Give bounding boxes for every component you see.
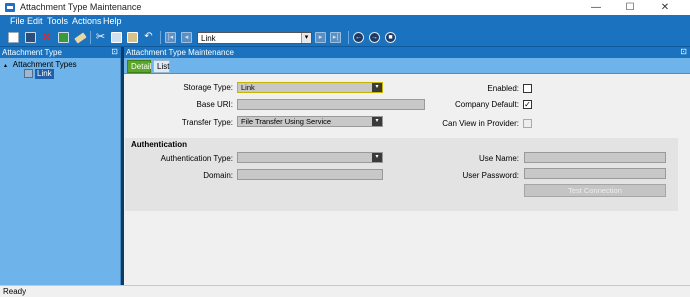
tree-panel: ▴ Attachment Types Link xyxy=(0,58,121,285)
collapse-icon[interactable]: ▴ xyxy=(4,62,11,69)
document-icon xyxy=(24,69,33,78)
cut-icon[interactable]: ✂ xyxy=(95,32,106,43)
tree-item-label: Link xyxy=(35,69,54,79)
next-record-icon[interactable]: ▸ xyxy=(315,32,326,43)
toolbar: ✕ ✂ ↶ |◂ ◂ Link ▾ ▸ ▸| ← → ■ xyxy=(0,28,690,47)
chevron-down-icon[interactable]: ▾ xyxy=(372,83,382,92)
menu-help[interactable]: Help xyxy=(103,16,122,26)
chevron-down-icon[interactable]: ▾ xyxy=(372,153,382,162)
enabled-label: Enabled: xyxy=(487,84,519,93)
delete-icon[interactable]: ✕ xyxy=(41,31,52,43)
undo-icon[interactable]: ↶ xyxy=(143,32,154,43)
last-record-icon[interactable]: ▸| xyxy=(330,32,341,43)
status-bar: Ready xyxy=(0,285,690,297)
previous-record-icon[interactable]: ◂ xyxy=(181,32,192,43)
save-icon[interactable] xyxy=(25,32,36,43)
toolbar-separator xyxy=(90,31,91,44)
detail-header-title: Attachment Type Maintenance xyxy=(126,48,234,57)
menu-edit[interactable]: Edit xyxy=(27,16,43,26)
storage-type-combo[interactable]: Link ▾ xyxy=(237,82,383,93)
menu-tools[interactable]: Tools xyxy=(47,16,68,26)
title-bar: Attachment Type Maintenance — ☐ ✕ xyxy=(0,0,690,15)
user-password-field[interactable] xyxy=(524,168,666,179)
enabled-checkbox[interactable] xyxy=(523,84,532,93)
use-name-field[interactable] xyxy=(524,152,666,163)
transfer-type-label: Transfer Type: xyxy=(181,118,233,127)
pin-icon[interactable]: ⊡ xyxy=(111,47,118,56)
clear-icon[interactable] xyxy=(74,32,87,44)
transfer-type-value: File Transfer Using Service xyxy=(241,117,332,126)
domain-field[interactable] xyxy=(237,169,383,180)
tree-root[interactable]: ▴ Attachment Types xyxy=(4,60,77,69)
use-name-label: Use Name: xyxy=(478,154,519,163)
first-record-icon[interactable]: |◂ xyxy=(165,32,176,43)
minimize-button[interactable]: — xyxy=(581,0,611,15)
pin-icon[interactable]: ⊡ xyxy=(680,47,687,56)
menu-bar: File Edit Tools Actions Help xyxy=(0,15,690,28)
refresh-icon[interactable] xyxy=(58,32,69,43)
detail-header: Attachment Type Maintenance ⊡ xyxy=(124,47,690,58)
tab-list[interactable]: List xyxy=(153,60,170,73)
auth-type-combo[interactable]: ▾ xyxy=(237,152,383,163)
toolbar-separator xyxy=(160,31,161,44)
domain-label: Domain: xyxy=(203,171,233,180)
status-text: Ready xyxy=(3,287,27,296)
menu-actions[interactable]: Actions xyxy=(72,16,102,26)
back-icon[interactable]: ← xyxy=(353,32,364,43)
user-password-label: User Password: xyxy=(462,171,519,180)
can-view-in-provider-label: Can View in Provider: xyxy=(442,119,519,128)
tree-header: Attachment Type ⊡ xyxy=(0,47,121,58)
record-selector[interactable]: Link ▾ xyxy=(197,32,312,44)
menu-file[interactable]: File xyxy=(10,16,25,26)
base-uri-label: Base URI: xyxy=(196,100,233,109)
new-icon[interactable] xyxy=(8,32,19,43)
base-uri-field[interactable] xyxy=(237,99,425,110)
transfer-type-combo[interactable]: File Transfer Using Service ▾ xyxy=(237,116,383,127)
tab-detail[interactable]: Detail xyxy=(127,60,151,73)
authentication-title: Authentication xyxy=(131,140,187,149)
company-default-checkbox[interactable]: ✓ xyxy=(523,100,532,109)
record-selector-value: Link xyxy=(201,34,216,43)
tab-strip: Detail List xyxy=(124,58,690,73)
chevron-down-icon[interactable]: ▾ xyxy=(301,33,311,43)
toolbar-separator xyxy=(348,31,349,44)
company-default-label: Company Default: xyxy=(454,100,519,109)
tree-header-title: Attachment Type xyxy=(2,48,62,57)
test-connection-button[interactable]: Test Connection xyxy=(524,184,666,197)
close-button[interactable]: ✕ xyxy=(650,0,680,15)
stop-icon[interactable]: ■ xyxy=(385,32,396,43)
forward-icon[interactable]: → xyxy=(369,32,380,43)
copy-icon[interactable] xyxy=(111,32,122,43)
auth-type-label: Authentication Type: xyxy=(160,154,233,163)
storage-type-value: Link xyxy=(241,83,255,92)
window-title: Attachment Type Maintenance xyxy=(20,2,142,12)
chevron-down-icon[interactable]: ▾ xyxy=(372,117,382,126)
app-icon xyxy=(5,3,15,12)
can-view-in-provider-checkbox[interactable] xyxy=(523,119,532,128)
maximize-button[interactable]: ☐ xyxy=(615,0,645,15)
storage-type-label: Storage Type: xyxy=(183,83,233,92)
paste-icon[interactable] xyxy=(127,32,138,43)
tree-root-label: Attachment Types xyxy=(12,60,77,69)
